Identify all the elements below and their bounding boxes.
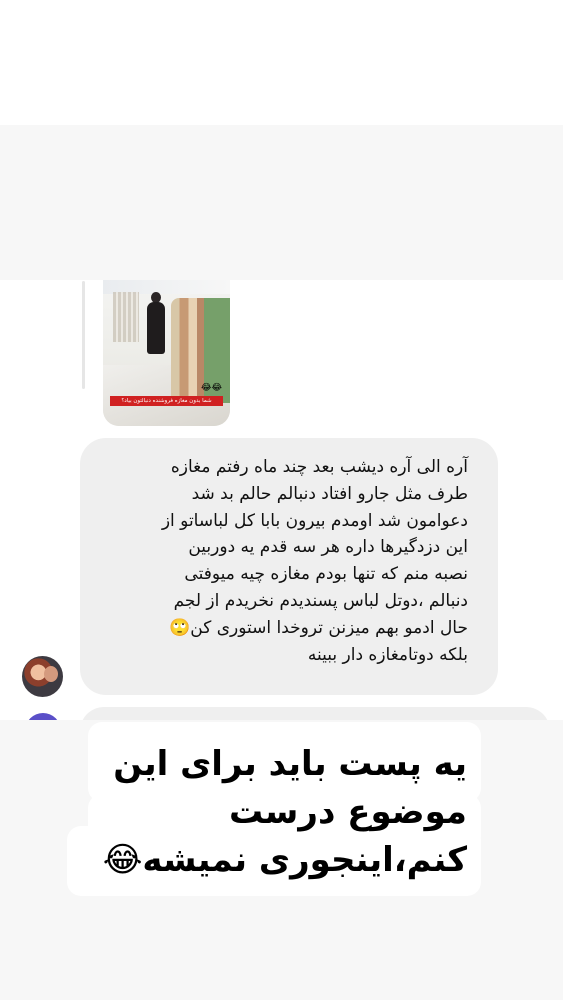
message-bubble[interactable]: آره الی آره دیشب بعد چند ماه رفتم مغازه … <box>80 438 498 695</box>
story-caption: شما بدون مغازه فروشنده دنبالتون بیاد؟ <box>110 396 223 406</box>
reply-indicator-line <box>82 281 85 389</box>
sticker-text: یه پست باید برای این موضوع درست کنم،اینج… <box>102 744 467 880</box>
story-reply-thumbnail[interactable]: 😂😂 شما بدون مغازه فروشنده دنبالتون بیاد؟ <box>103 280 230 426</box>
text-sticker: یه پست باید برای این موضوع درست کنم،اینج… <box>67 722 481 896</box>
shopper-figure <box>145 292 167 354</box>
caption-emoji: 😂😂 <box>201 383 223 393</box>
clothes-rack <box>113 292 139 342</box>
avatar-second-face <box>44 666 58 682</box>
shopper-body <box>147 302 165 354</box>
story-background-band <box>0 125 563 280</box>
message-text: آره الی آره دیشب بعد چند ماه رفتم مغازه … <box>161 457 468 665</box>
blank-header-area <box>0 0 563 125</box>
sender-avatar[interactable] <box>22 656 63 697</box>
